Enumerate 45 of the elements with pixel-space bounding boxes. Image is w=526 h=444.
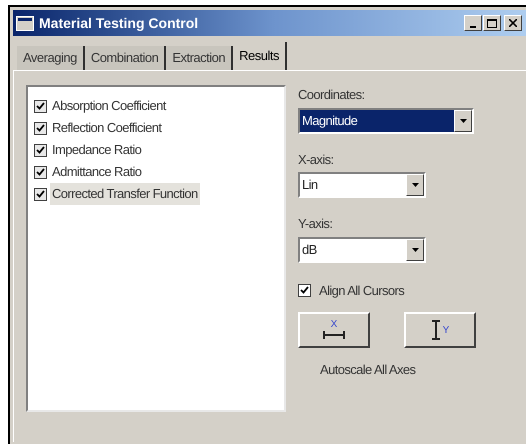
checkbox[interactable]: [34, 166, 47, 178]
horizontal-span-icon: [323, 330, 345, 340]
window-title: Material Testing Control: [39, 14, 198, 33]
dropdown[interactable]: dB: [298, 236, 426, 262]
checkbox[interactable]: [298, 284, 311, 297]
field-label: Y-axis:: [298, 215, 334, 233]
minimize-button[interactable]: [464, 15, 482, 31]
maximize-button[interactable]: [483, 15, 501, 31]
tab[interactable]: Averaging: [17, 46, 85, 70]
list-item[interactable]: Absorption Coefficient: [50, 95, 168, 117]
checkbox-label: Align All Cursors: [319, 282, 404, 300]
dropdown-arrow-button[interactable]: [454, 110, 472, 132]
maximize-icon: [487, 18, 497, 28]
autoscale-label: Autoscale All Axes: [320, 361, 416, 379]
caret-icon: [412, 183, 418, 187]
field-label: Coordinates:: [298, 86, 366, 104]
window-icon: [16, 16, 34, 30]
autoscale-y-button[interactable]: Y: [404, 312, 476, 348]
close-icon: [509, 19, 517, 27]
axis-letter: X: [330, 320, 338, 330]
list-item[interactable]: Corrected Transfer Function: [50, 183, 200, 205]
list-item[interactable]: Reflection Coefficient: [50, 117, 164, 139]
dropdown-value: Lin: [301, 176, 319, 194]
field-label: X-axis:: [298, 150, 335, 168]
checkbox[interactable]: [34, 144, 47, 156]
caret-icon: [460, 118, 466, 122]
minimize-icon: [470, 26, 476, 28]
autoscale-x-button[interactable]: X: [298, 312, 370, 348]
list-item[interactable]: Impedance Ratio: [50, 139, 144, 161]
tab[interactable]: Combination: [84, 46, 166, 70]
dropdown[interactable]: Magnitude: [298, 108, 474, 134]
tab[interactable]: Extraction: [166, 46, 234, 70]
dropdown-arrow-button[interactable]: [406, 238, 424, 260]
checkbox[interactable]: [34, 188, 47, 200]
caret-icon: [412, 248, 418, 252]
dropdown-value: Magnitude: [300, 110, 454, 132]
list-item[interactable]: Admittance Ratio: [50, 161, 144, 183]
close-button[interactable]: [504, 15, 522, 31]
dropdown-value: dB: [301, 240, 318, 259]
axis-letter: Y: [442, 324, 450, 338]
vertical-span-icon: [430, 320, 441, 340]
dropdown-arrow-button[interactable]: [406, 174, 424, 196]
checkbox[interactable]: [34, 100, 47, 112]
dropdown[interactable]: Lin: [298, 172, 426, 198]
checkbox[interactable]: [34, 122, 47, 134]
